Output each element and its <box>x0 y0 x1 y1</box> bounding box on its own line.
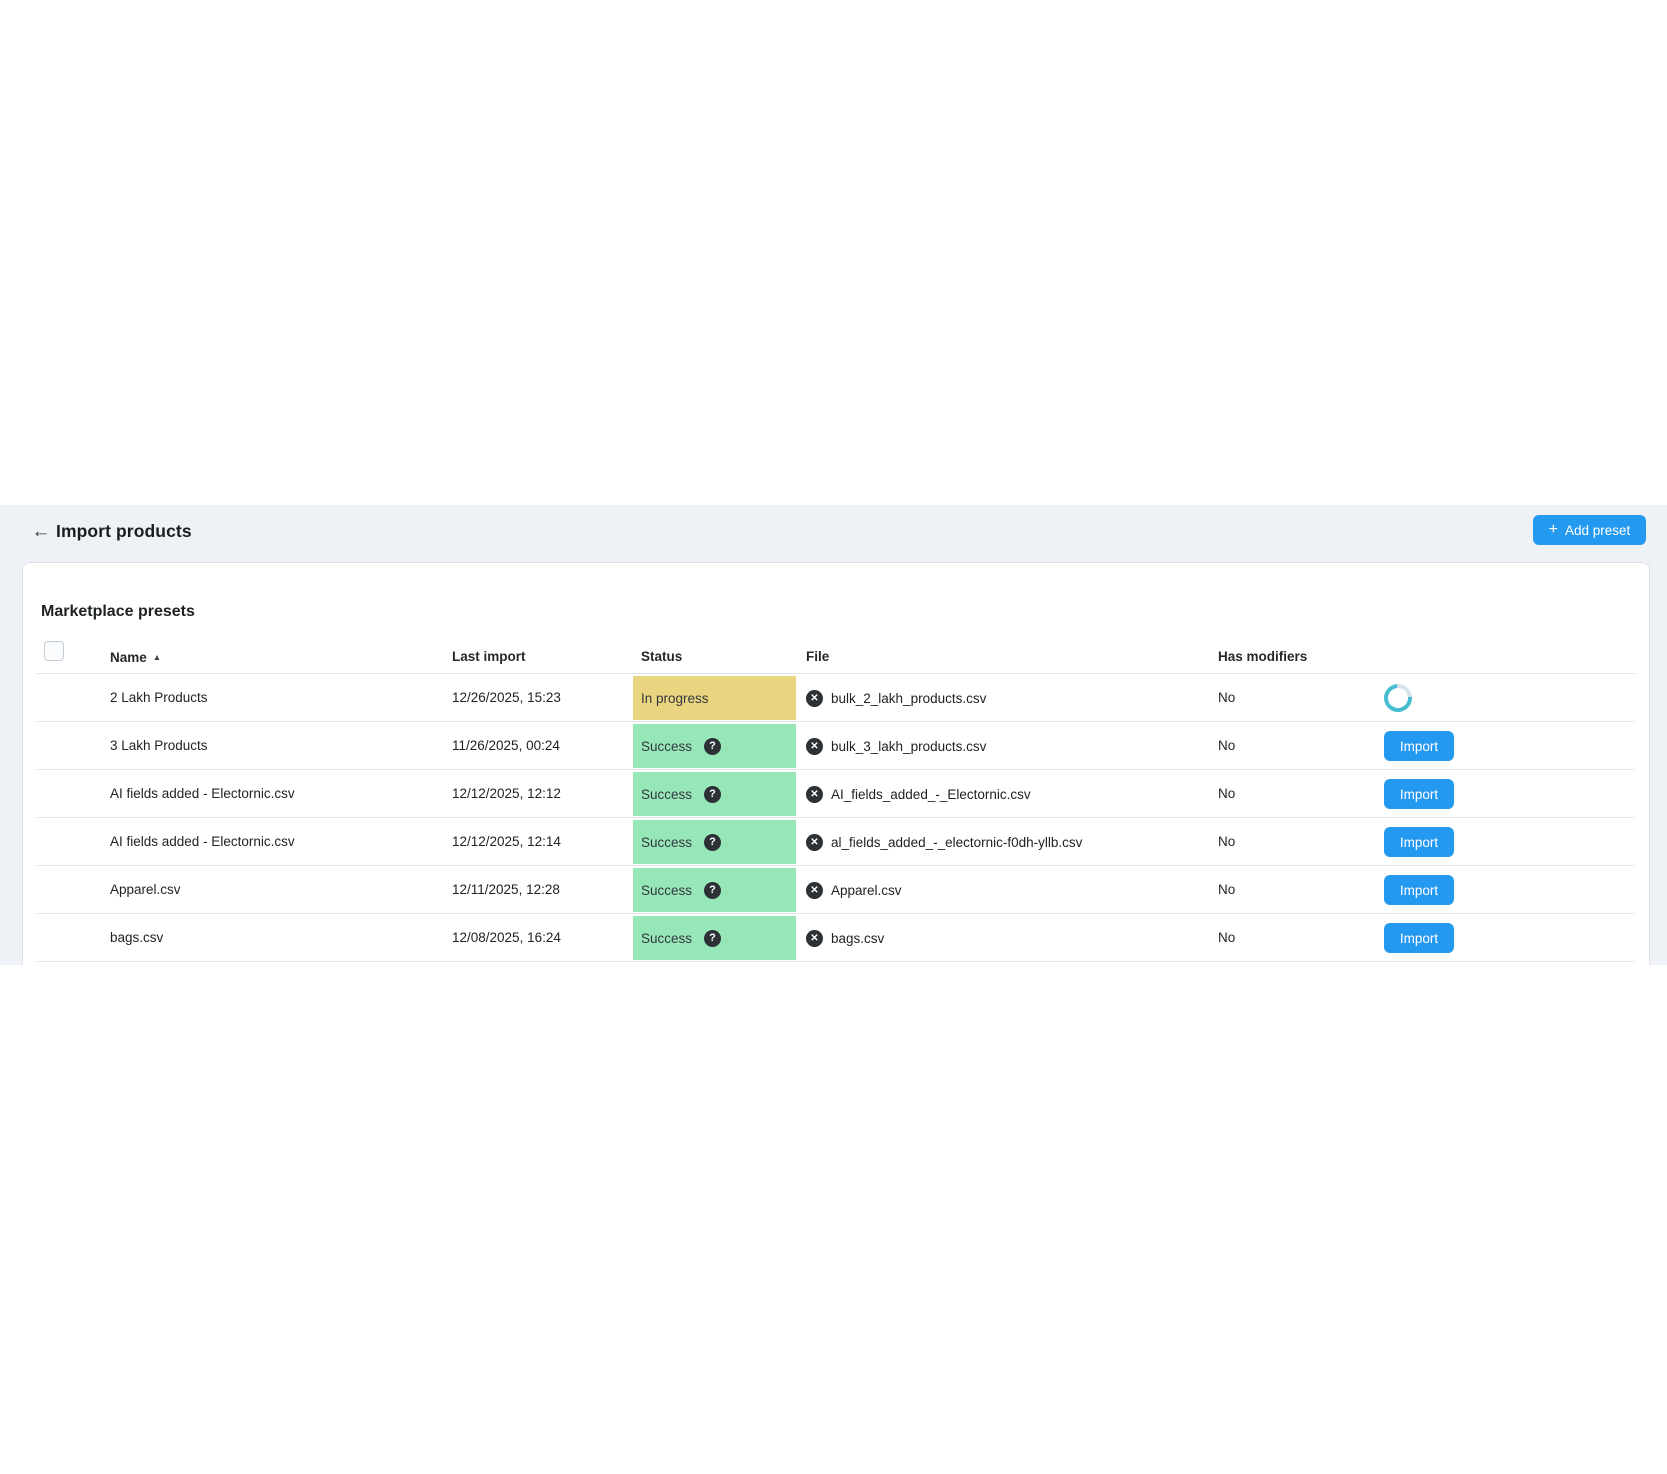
has-modifiers-value: No <box>1218 770 1235 818</box>
page: ← Import products + Add preset Marketpla… <box>0 0 1667 1474</box>
plus-icon: + <box>1549 522 1558 538</box>
file-name: bags.csv <box>831 931 884 946</box>
file-name: AI_fields_added_-_Electornic.csv <box>831 787 1031 802</box>
import-button[interactable]: Import <box>1384 731 1454 761</box>
file-cell: ✕ al_fields_added_-_electornic-f0dh-yllb… <box>806 818 1082 866</box>
preset-name: bags.csv <box>110 914 163 962</box>
has-modifiers-value: No <box>1218 866 1235 914</box>
status-badge: Success ? <box>633 868 796 912</box>
last-import-date: 12/12/2025, 12:14 <box>452 818 561 866</box>
last-import-date: 12/08/2025, 16:24 <box>452 914 561 962</box>
has-modifiers-value: No <box>1218 818 1235 866</box>
column-header-file: File <box>806 641 829 673</box>
table-row: AI fields added - Electornic.csv 12/12/2… <box>36 818 1635 866</box>
last-import-date: 12/26/2025, 15:23 <box>452 674 561 722</box>
column-header-name[interactable]: Name ▲ <box>110 641 161 674</box>
file-name: al_fields_added_-_electornic-f0dh-yllb.c… <box>831 835 1082 850</box>
table-row: 2 Lakh Products 12/26/2025, 15:23 In pro… <box>36 674 1635 722</box>
file-cell: ✕ Apparel.csv <box>806 866 902 914</box>
file-cell: ✕ AI_fields_added_-_Electornic.csv <box>806 770 1031 818</box>
import-button[interactable]: Import <box>1384 827 1454 857</box>
add-preset-label: Add preset <box>1565 523 1630 538</box>
has-modifiers-value: No <box>1218 914 1235 962</box>
column-header-name-label: Name <box>110 650 147 665</box>
preset-name: 3 Lakh Products <box>110 722 208 770</box>
remove-file-icon[interactable]: ✕ <box>806 930 823 947</box>
import-button[interactable]: Import <box>1384 875 1454 905</box>
status-badge: Success ? <box>633 772 796 816</box>
status-help-icon[interactable]: ? <box>704 786 721 803</box>
file-cell: ✕ bulk_3_lakh_products.csv <box>806 722 986 770</box>
file-name: bulk_3_lakh_products.csv <box>831 739 986 754</box>
file-name: Apparel.csv <box>831 883 902 898</box>
status-help-icon[interactable]: ? <box>704 882 721 899</box>
remove-file-icon[interactable]: ✕ <box>806 882 823 899</box>
card-title: Marketplace presets <box>41 603 195 621</box>
status-help-icon[interactable]: ? <box>704 834 721 851</box>
last-import-date: 11/26/2025, 00:24 <box>452 722 560 770</box>
preset-name: AI fields added - Electornic.csv <box>110 770 295 818</box>
status-label: Success <box>641 835 692 850</box>
remove-file-icon[interactable]: ✕ <box>806 786 823 803</box>
status-badge: Success ? <box>633 724 796 768</box>
table-row: Apparel.csv 12/11/2025, 12:28 Success ? … <box>36 866 1635 914</box>
column-header-last-import: Last import <box>452 641 526 673</box>
page-title: Import products <box>56 521 192 542</box>
preset-name: Apparel.csv <box>110 866 181 914</box>
status-badge: Success ? <box>633 820 796 864</box>
status-label: Success <box>641 787 692 802</box>
marketplace-presets-card: Marketplace presets Name ▲ Last import St… <box>22 562 1650 965</box>
has-modifiers-value: No <box>1218 674 1235 722</box>
status-badge: Success ? <box>633 916 796 960</box>
column-header-has-modifiers: Has modifiers <box>1218 641 1307 673</box>
status-badge: In progress <box>633 676 796 720</box>
table-row: AI fields added - Electornic.csv 12/12/2… <box>36 770 1635 818</box>
status-help-icon[interactable]: ? <box>704 930 721 947</box>
preset-name: 2 Lakh Products <box>110 674 208 722</box>
table-body: 2 Lakh Products 12/26/2025, 15:23 In pro… <box>36 674 1635 962</box>
last-import-date: 12/11/2025, 12:28 <box>452 866 560 914</box>
table-row: 3 Lakh Products 11/26/2025, 00:24 Succes… <box>36 722 1635 770</box>
back-arrow-icon[interactable]: ← <box>28 518 54 546</box>
status-help-icon[interactable]: ? <box>704 738 721 755</box>
status-label: Success <box>641 883 692 898</box>
remove-file-icon[interactable]: ✕ <box>806 738 823 755</box>
table-header-row: Name ▲ Last import Status File Has modifi… <box>36 641 1635 674</box>
status-label: Success <box>641 931 692 946</box>
file-cell: ✕ bags.csv <box>806 914 884 962</box>
remove-file-icon[interactable]: ✕ <box>806 834 823 851</box>
last-import-date: 12/12/2025, 12:12 <box>452 770 561 818</box>
remove-file-icon[interactable]: ✕ <box>806 690 823 707</box>
status-label: Success <box>641 739 692 754</box>
sort-ascending-icon: ▲ <box>153 652 161 662</box>
file-name: bulk_2_lakh_products.csv <box>831 691 986 706</box>
add-preset-button[interactable]: + Add preset <box>1533 515 1646 545</box>
column-header-status: Status <box>641 641 682 673</box>
file-cell: ✕ bulk_2_lakh_products.csv <box>806 674 986 722</box>
import-button[interactable]: Import <box>1384 779 1454 809</box>
table-row: bags.csv 12/08/2025, 16:24 Success ? ✕ b… <box>36 914 1635 962</box>
loading-spinner-icon <box>1378 678 1417 717</box>
has-modifiers-value: No <box>1218 722 1235 770</box>
select-all-checkbox[interactable] <box>44 641 64 661</box>
preset-name: AI fields added - Electornic.csv <box>110 818 295 866</box>
import-button[interactable]: Import <box>1384 923 1454 953</box>
status-label: In progress <box>641 691 709 706</box>
